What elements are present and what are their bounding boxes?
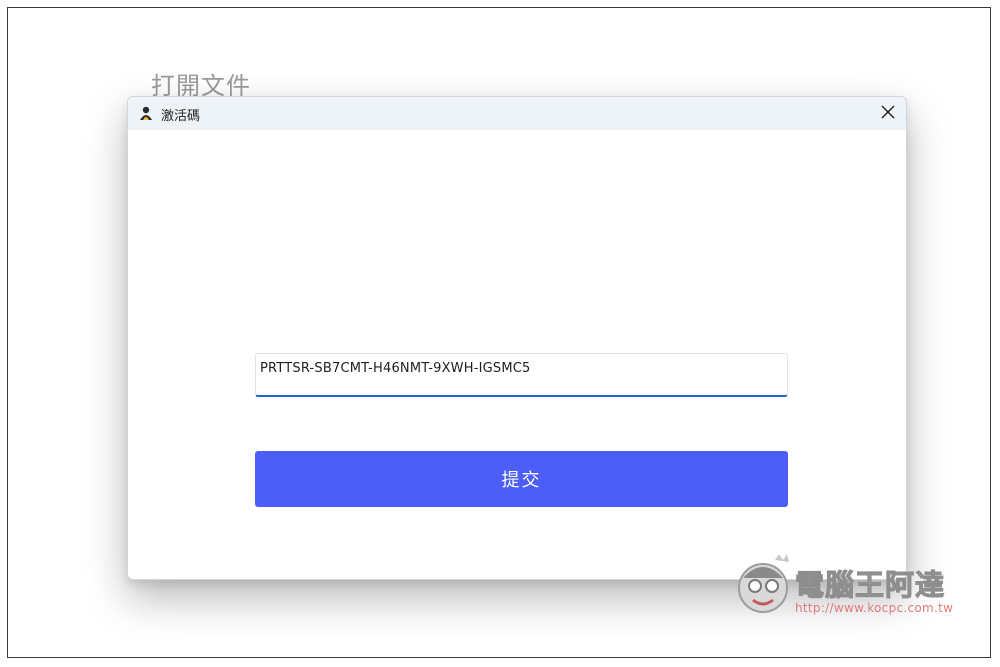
dialog-title: 激活碼 [161, 109, 201, 124]
watermark-brand: 電腦王阿達 [794, 568, 946, 603]
activation-code-input[interactable]: PRTTSR-SB7CMT-H46NMT-9XWH-IGSMC5 [255, 353, 788, 397]
watermark: 電腦王阿達 http://www.kocpc.com.tw [735, 552, 980, 622]
activation-dialog: 激活碼 PRTTSR-SB7CMT-H46NMT-9XWH-IGSMC5 提交 [127, 96, 907, 580]
submit-button[interactable]: 提交 [255, 451, 788, 507]
dialog-titlebar: 激活碼 [128, 97, 906, 130]
submit-button-label: 提交 [501, 470, 542, 491]
watermark-url: http://www.kocpc.com.tw [795, 601, 954, 615]
mascot-face-icon [735, 554, 793, 622]
person-avatar-icon [138, 105, 154, 121]
close-button[interactable] [870, 97, 906, 130]
close-icon [881, 104, 895, 123]
